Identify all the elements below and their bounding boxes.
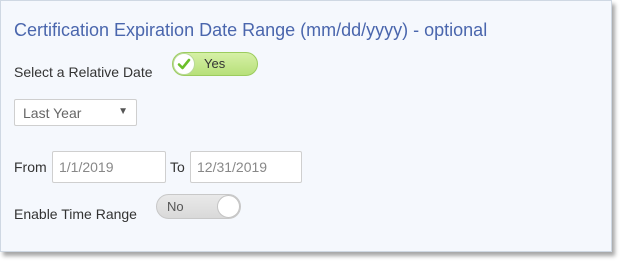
toggle-knob (217, 195, 240, 218)
check-icon (177, 58, 191, 70)
toggle-knob (173, 53, 195, 75)
relative-date-toggle[interactable]: Yes (172, 52, 258, 76)
to-date-input[interactable] (190, 151, 302, 183)
relative-date-label: Select a Relative Date (14, 64, 153, 80)
relative-range-select[interactable]: Last Year ▼ (14, 99, 137, 126)
time-range-toggle[interactable]: No (156, 194, 241, 219)
section-title: Certification Expiration Date Range (mm/… (14, 20, 488, 40)
from-label: From (14, 159, 47, 175)
relative-range-selected: Last Year (23, 105, 82, 121)
to-label: To (170, 159, 185, 175)
time-range-toggle-label: No (167, 199, 184, 214)
caret-down-icon: ▼ (118, 106, 128, 117)
time-range-label: Enable Time Range (14, 206, 137, 222)
date-range-panel: Certification Expiration Date Range (mm/… (0, 0, 612, 252)
relative-date-toggle-label: Yes (204, 56, 226, 71)
from-date-input[interactable] (52, 151, 166, 183)
